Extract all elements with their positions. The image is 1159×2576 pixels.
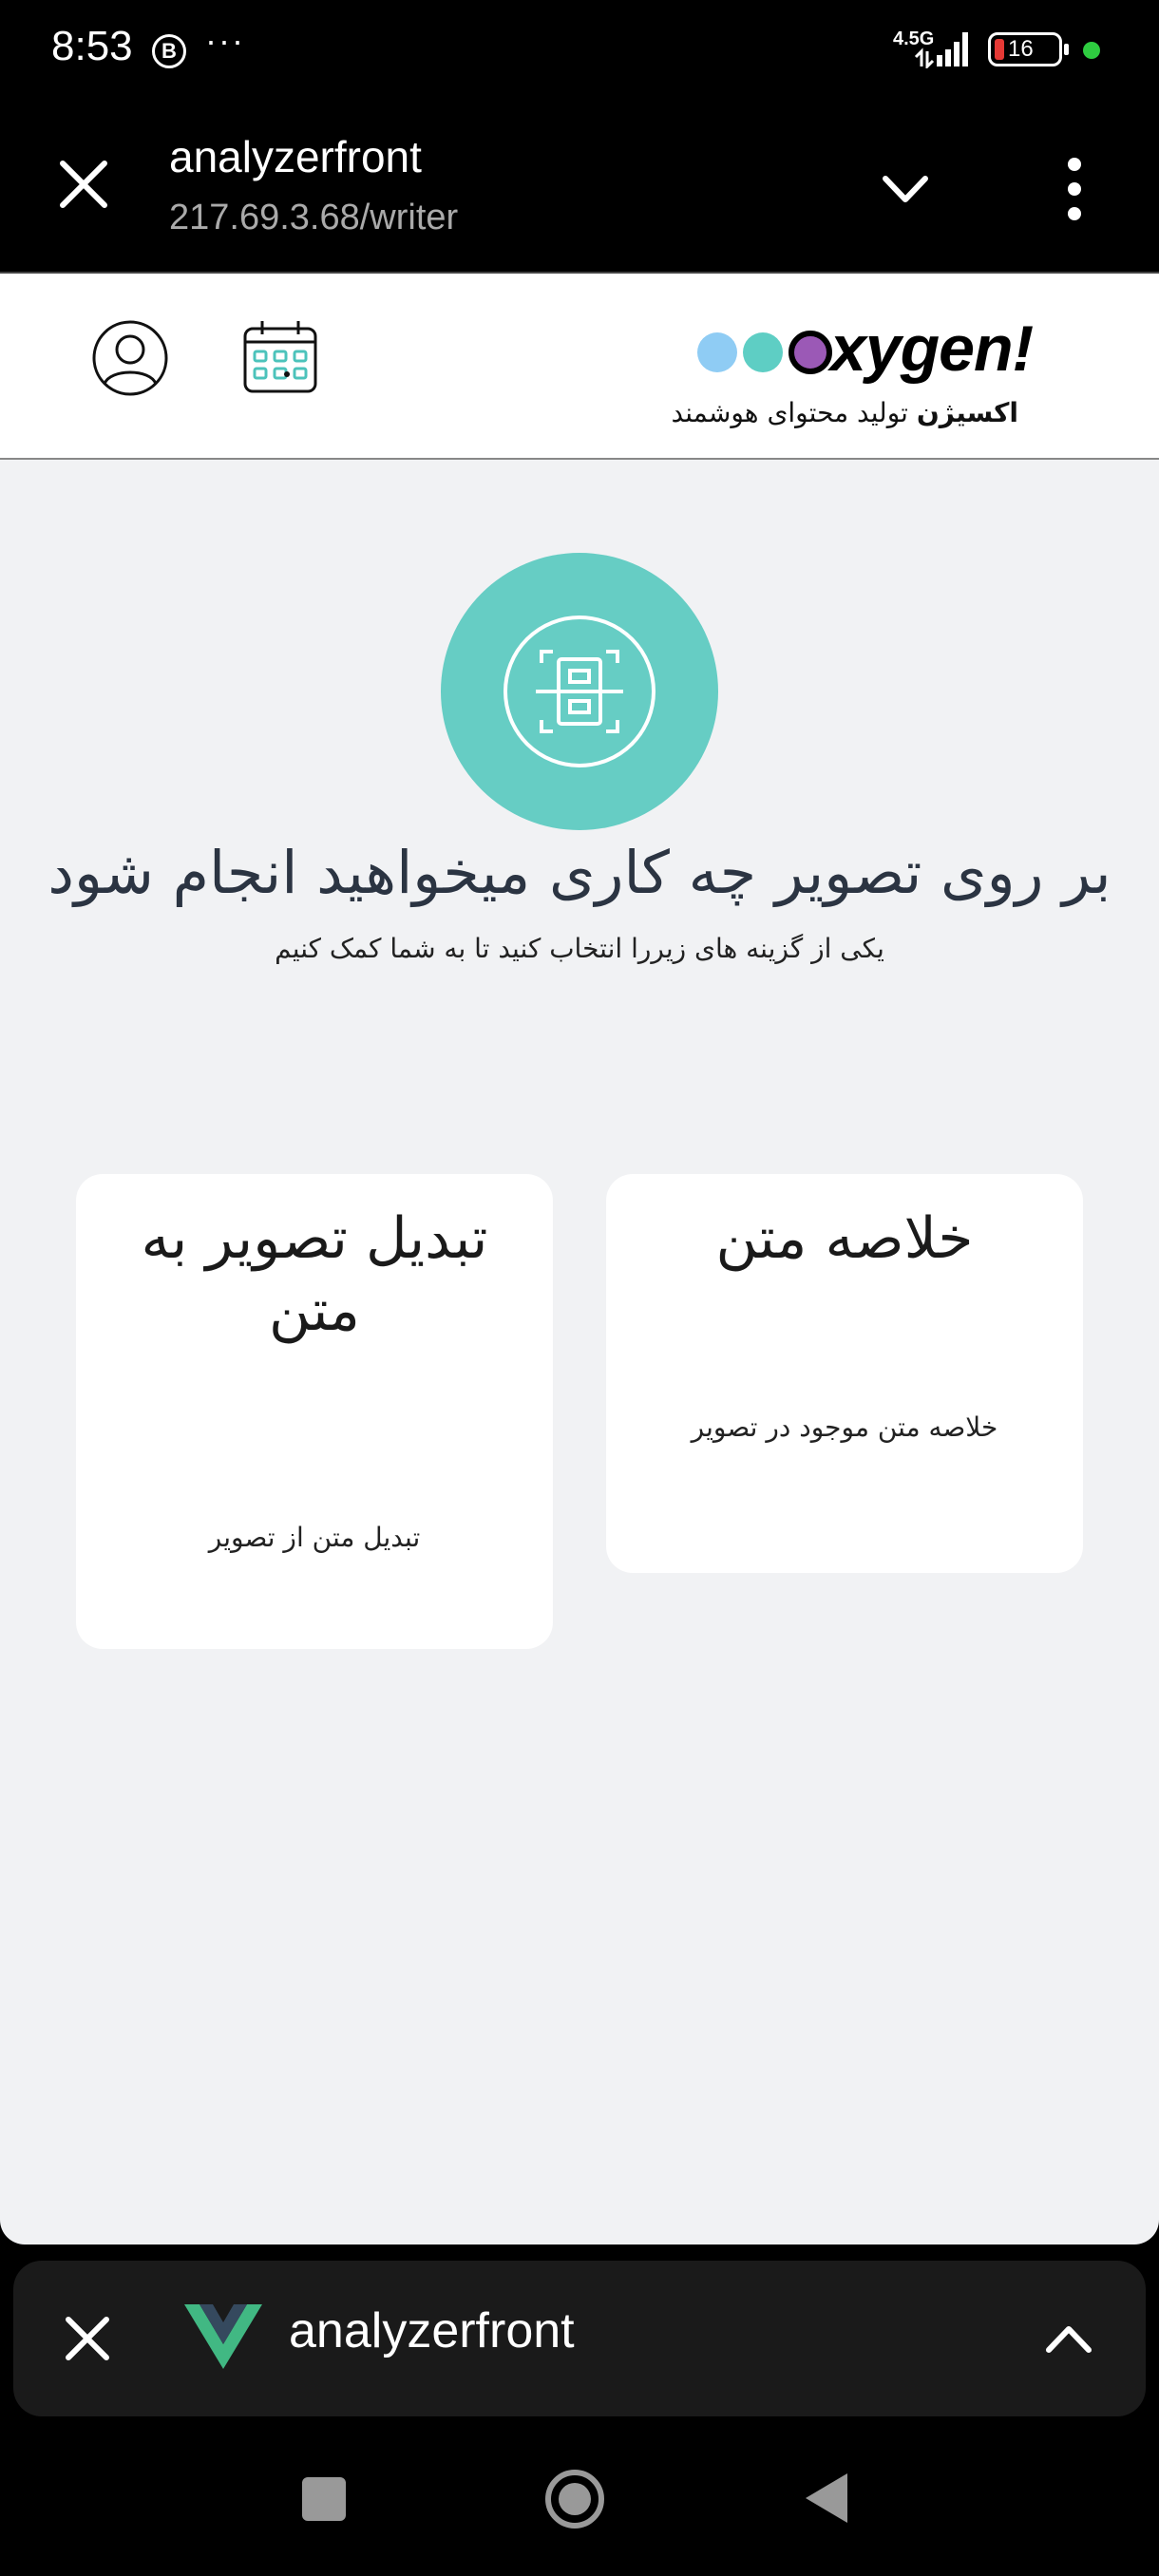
page-subtitle: یکی از گزینه های زیررا انتخاب کنید تا به… [275,933,884,964]
hero-circle [441,553,718,830]
battery-icon: 16 [988,32,1062,66]
logo[interactable]: xygen! اکسیژن تولید محتوای هوشمند [672,302,1036,428]
more-vert-icon[interactable] [1062,156,1087,222]
status-bar: 8:53 B ··· 4.5G 16 [0,0,1159,104]
calendar-icon[interactable] [239,315,321,397]
status-time: 8:53 [51,23,133,69]
back-icon[interactable] [800,2470,853,2527]
logo-tagline: اکسیژن تولید محتوای هوشمند [672,397,1018,428]
app-header: xygen! اکسیژن تولید محتوای هوشمند [0,274,1159,460]
page-title: بر روی تصویر چه کاری میخواهید انجام شود [48,838,1112,907]
card-title: تبدیل تصویر به متن [141,1205,488,1344]
more-notifications-icon: ··· [205,21,245,60]
tab-url[interactable]: 217.69.3.68/writer [169,198,458,238]
close-icon[interactable] [63,2314,112,2363]
bottom-tab-title: analyzerfront [289,2303,575,2358]
logo-tagline-rest: تولید محتوای هوشمند [671,397,917,428]
home-icon[interactable] [543,2468,606,2530]
chevron-down-icon[interactable] [880,163,931,215]
logo-text: xygen! [830,313,1034,385]
browser-tab-header: analyzerfront 217.69.3.68/writer [0,104,1159,274]
signal-icon [914,32,968,68]
document-scan-icon [504,616,656,767]
profile-icon[interactable] [91,319,169,397]
logo-tagline-bold: اکسیژن [916,397,1018,428]
tab-title: analyzerfront [169,132,422,181]
battery-fill [995,39,1004,60]
card-image-to-text[interactable]: تبدیل تصویر به متن تبدیل متن از تصویر [76,1174,553,1649]
navigation-bar [0,2422,1159,2576]
battery-tip [1064,44,1069,55]
recents-icon[interactable] [302,2477,346,2521]
close-icon[interactable] [57,158,110,211]
logo-dot-blue [697,332,737,372]
card-description: تبدیل متن از تصویر [208,1522,421,1553]
logo-dot-teal [743,332,783,372]
bottom-tab-bar: analyzerfront [13,2261,1146,2416]
battery-level: 16 [1008,36,1034,62]
web-page: xygen! اکسیژن تولید محتوای هوشمند بر روی… [0,274,1159,2245]
card-title: خلاصه متن [715,1205,974,1272]
card-text-summary[interactable]: خلاصه متن خلاصه متن موجود در تصویر [606,1174,1083,1573]
card-description: خلاصه متن موجود در تصویر [691,1411,998,1443]
green-dot-icon [1083,42,1100,59]
b-circle-icon: B [152,34,186,68]
logo-o-purple [788,331,832,374]
vue-logo-icon [184,2304,262,2369]
chevron-up-icon[interactable] [1043,2314,1094,2365]
